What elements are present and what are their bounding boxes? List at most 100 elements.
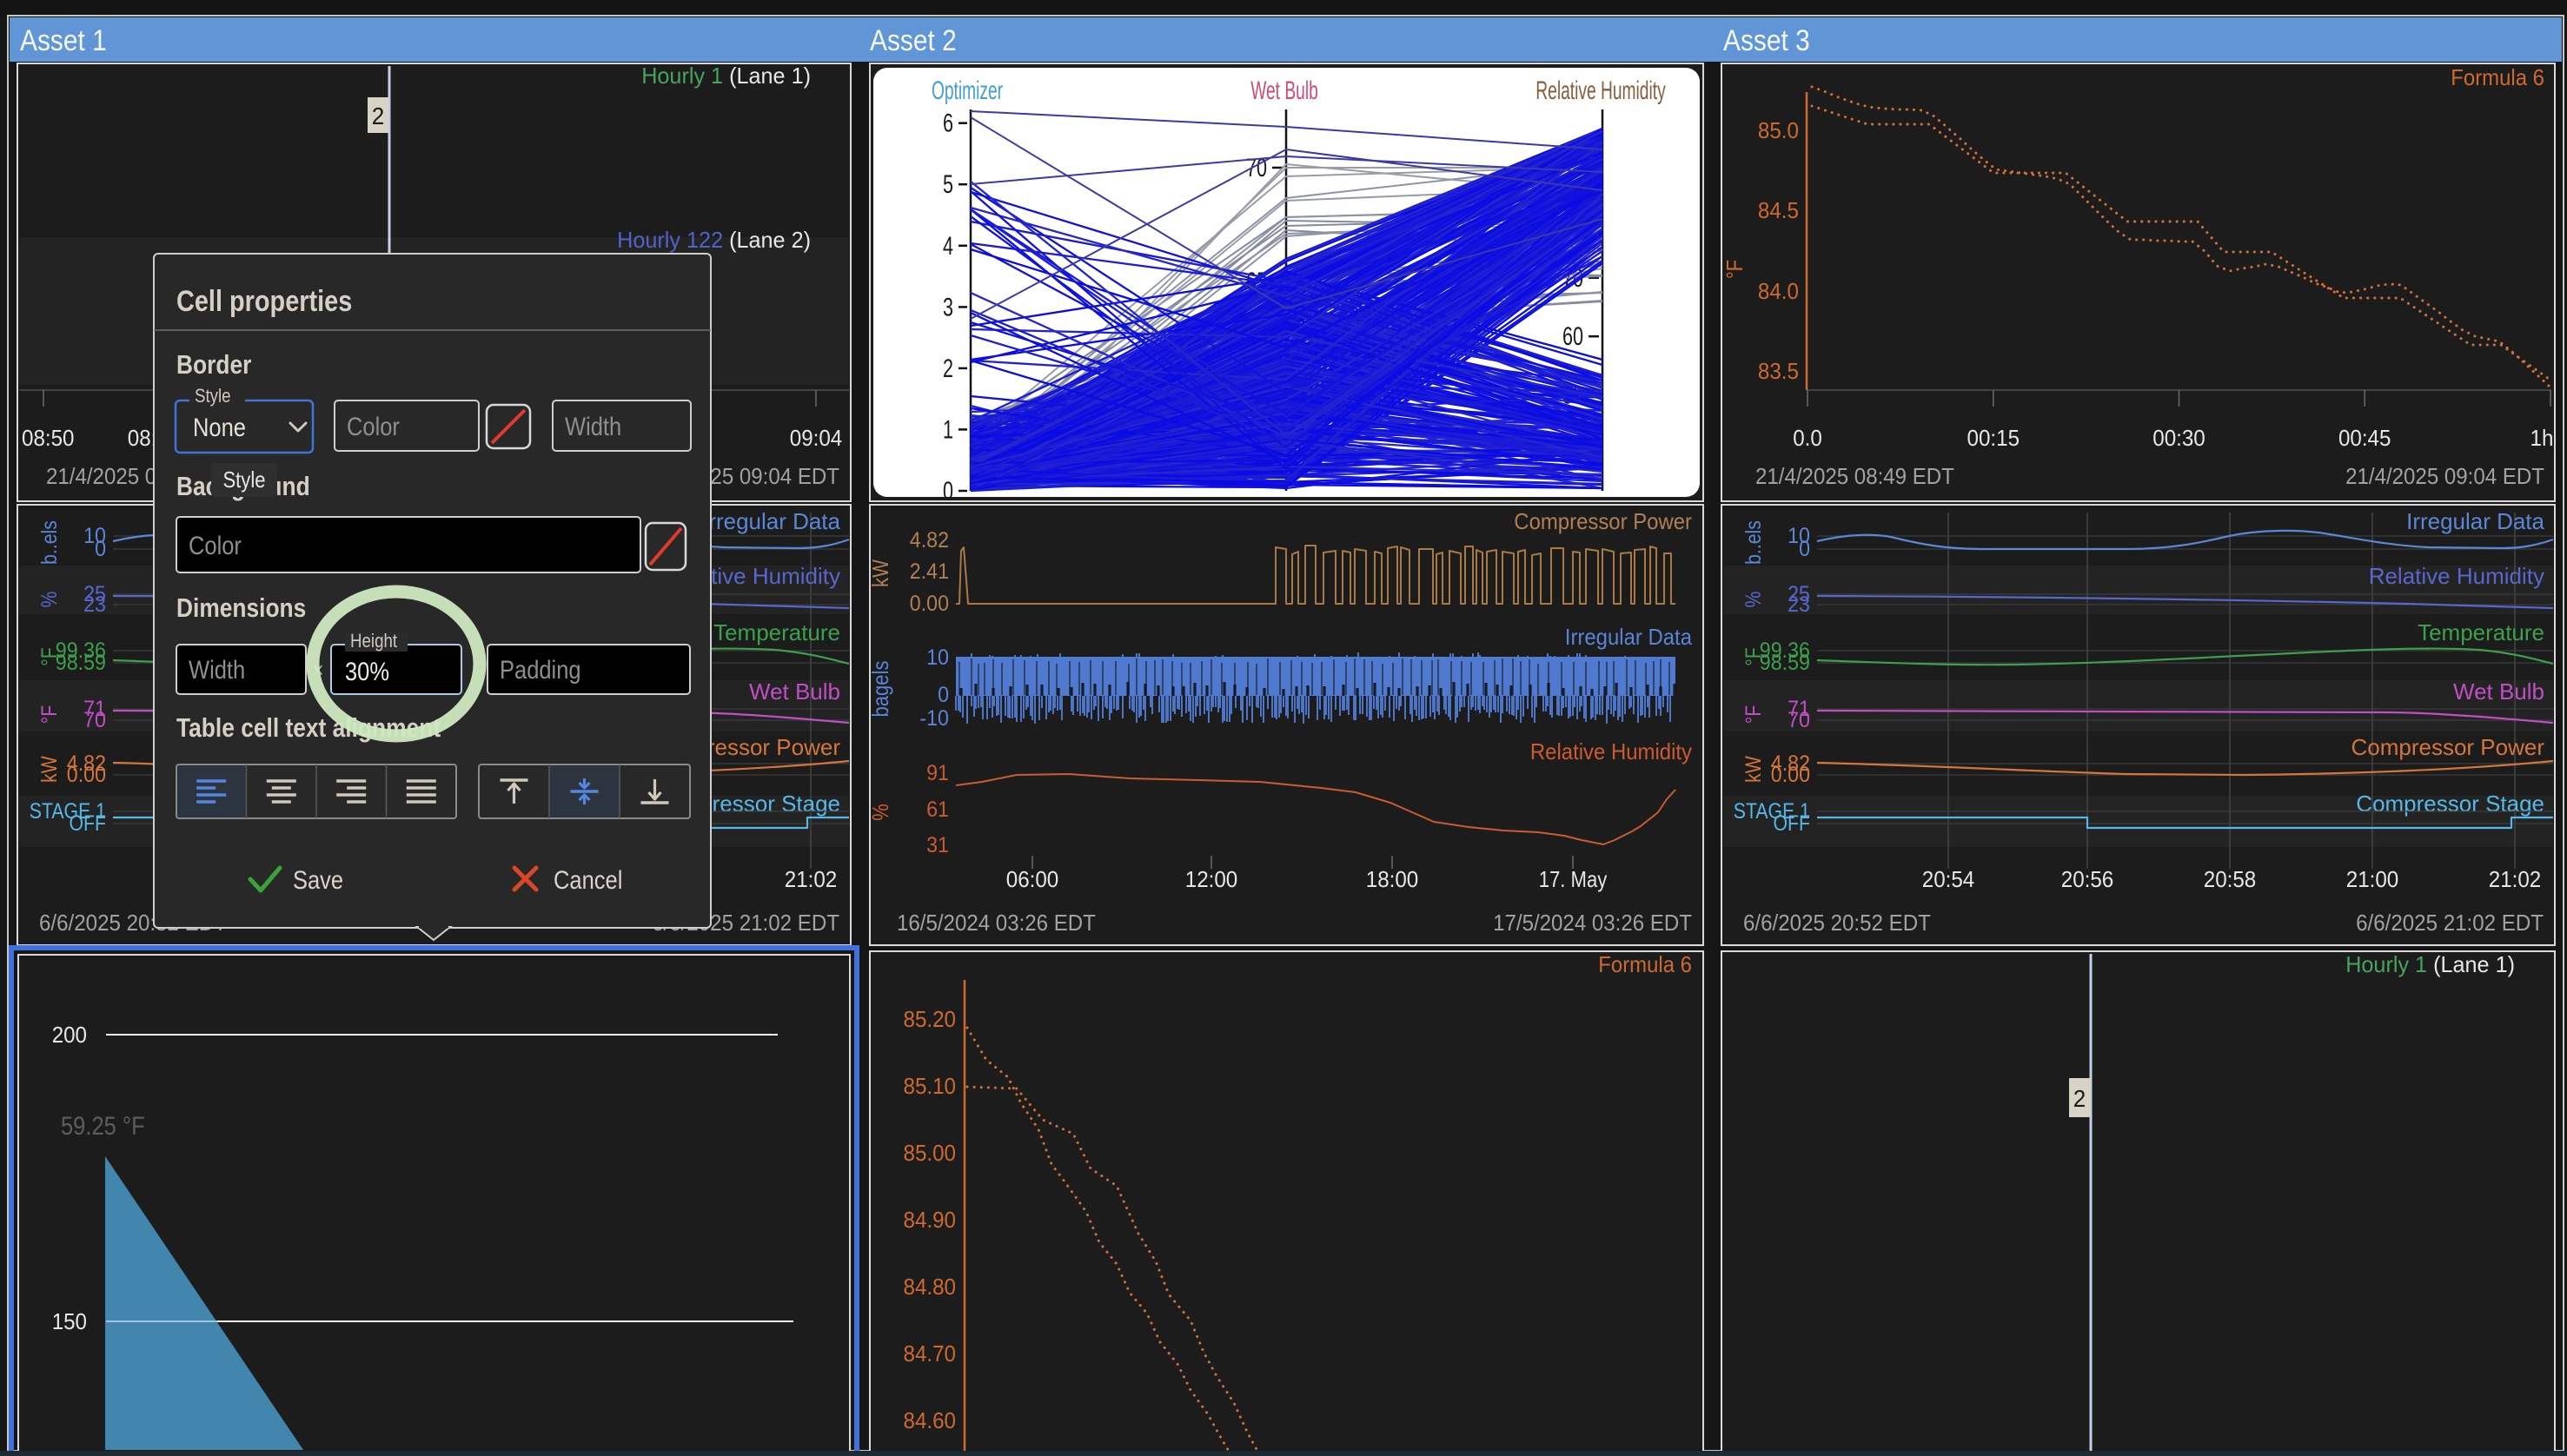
svg-text:Compressor Stage: Compressor Stage [2356,791,2544,817]
svg-text:Border: Border [176,349,251,380]
svg-text:21:02: 21:02 [2489,866,2542,892]
svg-text:Irregular Data: Irregular Data [1565,624,1693,650]
svg-text:06:00: 06:00 [1006,866,1059,892]
svg-text:Save: Save [293,866,343,895]
svg-text:4: 4 [943,232,953,261]
svg-text:Cancel: Cancel [554,866,622,895]
svg-text:0.00: 0.00 [1771,763,1810,787]
svg-text:5: 5 [943,170,953,199]
svg-text:Compressor Power: Compressor Power [2351,734,2545,760]
svg-text:Height: Height [350,630,397,652]
svg-text:kW: kW [867,559,893,587]
svg-text:°F: °F [1741,705,1766,725]
svg-text:°F: °F [37,705,62,725]
svg-text:150: 150 [52,1308,87,1334]
svg-text:17. May: 17. May [1539,866,1608,892]
svg-text:Hourly 122: Hourly 122 [617,227,723,253]
svg-text:Relative Humidity: Relative Humidity [1536,76,1665,105]
svg-text:00:15: 00:15 [1967,425,2020,451]
svg-text:84.70: 84.70 [904,1340,957,1367]
svg-text:°F: °F [37,647,62,666]
svg-text:84.5: 84.5 [1758,197,1799,223]
svg-text:(Lane 1): (Lane 1) [2427,951,2515,977]
svg-text:60: 60 [1562,322,1583,351]
svg-text:Color: Color [189,532,242,560]
svg-text:Padding: Padding [500,656,581,685]
svg-text:2: 2 [943,354,953,383]
svg-text:20:58: 20:58 [2204,866,2257,892]
svg-text:1h: 1h [2531,425,2554,451]
svg-text:Width: Width [565,413,621,441]
svg-text:21:02: 21:02 [785,866,838,892]
svg-text:Wet Bulb: Wet Bulb [1250,76,1318,105]
svg-text:00:30: 00:30 [2152,425,2205,451]
svg-text:59.25 °F: 59.25 °F [61,1112,145,1141]
svg-text:Asset 2: Asset 2 [870,24,957,57]
svg-text:85.10: 85.10 [904,1073,957,1099]
svg-text:08:50: 08:50 [22,425,75,451]
svg-text:kW: kW [1741,756,1766,783]
svg-text:Color: Color [347,413,400,441]
svg-text:(Lane 1): (Lane 1) [723,63,811,89]
svg-text:0: 0 [943,477,953,506]
svg-text:Formula 6: Formula 6 [2451,64,2544,90]
svg-text:Cell properties: Cell properties [176,285,352,318]
svg-text:kW: kW [37,756,62,783]
svg-text:Style: Style [222,467,265,493]
svg-text:30%: 30% [345,658,389,686]
svg-text:12:00: 12:00 [1185,866,1238,892]
svg-text:21/4/2025 08:49 EDT: 21/4/2025 08:49 EDT [1755,463,1954,489]
svg-text:83.5: 83.5 [1758,358,1799,384]
svg-text:2: 2 [372,103,385,129]
svg-text:2: 2 [2073,1085,2086,1112]
svg-text:Formula 6: Formula 6 [1598,951,1692,977]
svg-text:20:56: 20:56 [2061,866,2114,892]
svg-text:Hourly 1: Hourly 1 [641,63,723,89]
svg-text:%: % [867,804,893,821]
svg-text:Irregular Data: Irregular Data [702,508,840,534]
svg-text:Temperature: Temperature [713,619,840,645]
svg-text:6/6/2025 21:02 EDT: 6/6/2025 21:02 EDT [2356,910,2544,936]
svg-text:98.59: 98.59 [1760,651,1810,675]
svg-text:84.0: 84.0 [1758,278,1799,304]
svg-text:84.80: 84.80 [904,1274,957,1300]
svg-text:23: 23 [1788,592,1810,617]
svg-text:4.82: 4.82 [910,528,949,553]
svg-text:6: 6 [943,109,953,138]
svg-text:Relative Humidity: Relative Humidity [2369,563,2544,589]
svg-text:Compressor Power: Compressor Power [1514,508,1692,534]
svg-text:09:04: 09:04 [790,425,843,451]
svg-text:Asset 1: Asset 1 [20,24,107,57]
svg-text:°F: °F [1721,260,1748,279]
svg-text:b..els: b..els [37,520,62,565]
svg-text:bagels: bagels [867,660,893,717]
svg-text:0: 0 [938,683,949,707]
svg-text:Asset 3: Asset 3 [1723,24,1810,57]
svg-text:0: 0 [1799,537,1810,561]
svg-text:16/5/2024 03:26 EDT: 16/5/2024 03:26 EDT [897,910,1096,936]
svg-text:31: 31 [926,833,949,857]
svg-text:Dimensions: Dimensions [176,592,306,623]
svg-text:Relative Humidity: Relative Humidity [1530,738,1692,764]
svg-text:84.90: 84.90 [904,1207,957,1233]
svg-text:None: None [193,414,246,442]
svg-text:OFF: OFF [1774,811,1811,836]
svg-text:1: 1 [943,415,953,444]
svg-text:3: 3 [943,293,953,321]
svg-text:-10: -10 [919,706,949,731]
svg-text:85.20: 85.20 [904,1006,957,1032]
svg-text:2.41: 2.41 [910,559,949,584]
svg-text:23: 23 [83,592,106,617]
svg-text:Optimizer: Optimizer [932,76,1003,105]
svg-text:Hourly 1: Hourly 1 [2345,951,2427,977]
svg-text:(Lane 2): (Lane 2) [723,227,811,253]
svg-text:°F: °F [1741,647,1766,666]
svg-text:Style: Style [195,385,231,407]
svg-text:21:00: 21:00 [2346,866,2399,892]
svg-text:OFF: OFF [70,811,107,836]
svg-text:17/5/2024 03:26 EDT: 17/5/2024 03:26 EDT [1493,910,1692,936]
svg-text:70: 70 [1788,708,1810,732]
svg-text:84.60: 84.60 [904,1407,957,1433]
svg-text:18:00: 18:00 [1366,866,1419,892]
svg-text:Wet Bulb: Wet Bulb [2453,678,2544,705]
